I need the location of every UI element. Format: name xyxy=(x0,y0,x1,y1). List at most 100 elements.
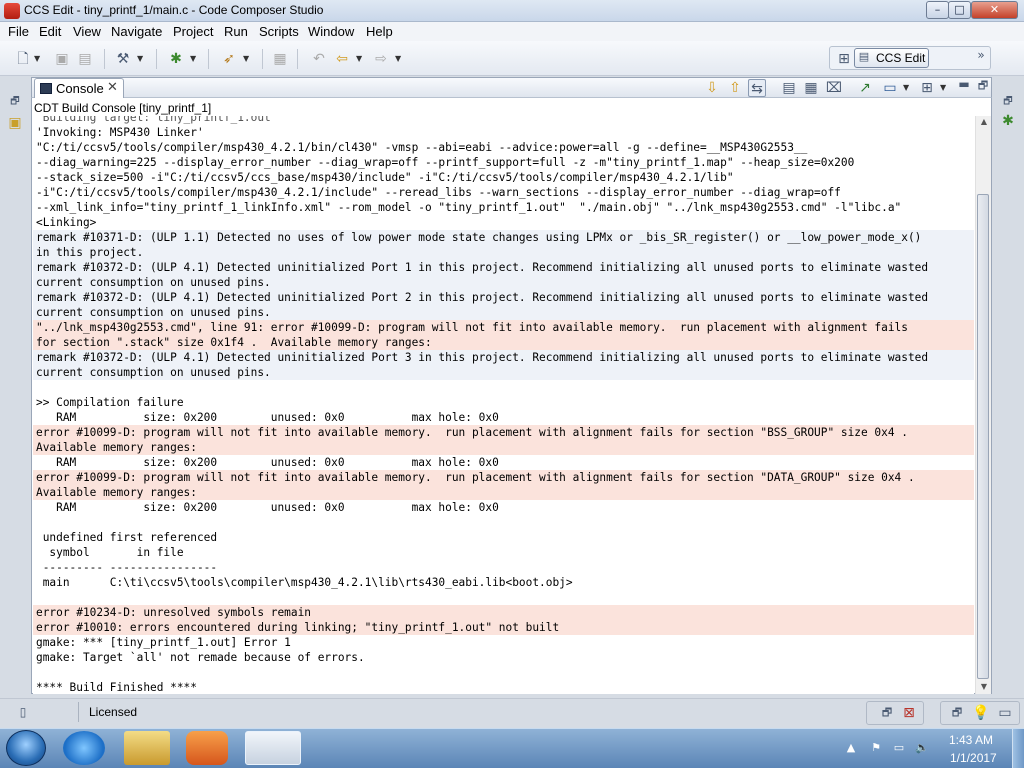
more-perspectives-icon[interactable]: » xyxy=(972,46,990,64)
toolbar-separator xyxy=(262,49,263,69)
code-composer-taskbar-icon[interactable] xyxy=(245,731,301,765)
new-dropdown-icon[interactable]: ▼ xyxy=(34,50,42,68)
console-line: 'Invoking: MSP430 Linker' xyxy=(36,126,204,139)
menu-window[interactable]: Window xyxy=(308,24,354,39)
flash-dropdown-icon[interactable]: ▼ xyxy=(243,50,251,68)
debug-dropdown-icon[interactable]: ▼ xyxy=(190,50,198,68)
next-error-icon[interactable]: ⇩ xyxy=(703,79,721,97)
minimize-button[interactable]: – xyxy=(926,1,949,19)
save-all-icon[interactable]: ▤ xyxy=(76,50,94,68)
console-line: gmake: Target `all' not remade because o… xyxy=(36,651,365,664)
console-icon[interactable]: ▭ xyxy=(996,704,1014,722)
volume-icon[interactable]: 🔈 xyxy=(915,741,929,755)
console-line: current consumption on unused pins. xyxy=(36,276,271,289)
console-line: Available memory ranges: xyxy=(36,441,197,454)
pin-console-icon[interactable]: ▦ xyxy=(802,79,820,97)
menu-view[interactable]: View xyxy=(73,24,101,39)
forward-icon[interactable]: ⇨ xyxy=(372,50,390,68)
menu-help[interactable]: Help xyxy=(366,24,393,39)
menu-edit[interactable]: Edit xyxy=(39,24,61,39)
network-icon[interactable]: ▭ xyxy=(892,741,906,755)
tips-bulb-icon[interactable]: 💡 xyxy=(972,704,990,722)
minimize-view-icon[interactable]: ▬ xyxy=(955,75,973,93)
console-line: "../lnk_msp430g2553.cmd", line 91: error… xyxy=(36,321,908,334)
title-bar[interactable]: CCS Edit - tiny_printf_1/main.c - Code C… xyxy=(0,0,1024,22)
forward-dropdown-icon[interactable]: ▼ xyxy=(395,50,403,68)
clear-console-icon[interactable]: ⌧ xyxy=(825,79,843,97)
console-line: **** Build Finished **** xyxy=(36,681,197,694)
show-hidden-icons-icon[interactable]: ▲ xyxy=(844,741,858,755)
console-line: --diag_warning=225 --display_error_numbe… xyxy=(36,156,855,169)
debug-bug-icon[interactable]: ✱ xyxy=(167,50,185,68)
maximize-view-icon[interactable]: 🗗 xyxy=(974,77,992,95)
maximize-button[interactable]: □ xyxy=(948,1,971,19)
back-dropdown-icon[interactable]: ▼ xyxy=(356,50,364,68)
restore-icon[interactable]: 🗗 xyxy=(6,93,24,111)
left-trim xyxy=(0,77,29,694)
media-player-icon[interactable] xyxy=(186,731,228,765)
problems-icon[interactable]: ⊠ xyxy=(900,704,918,722)
back-icon[interactable]: ⇦ xyxy=(333,50,351,68)
fast-view-icon[interactable]: ▯ xyxy=(14,703,32,721)
console-line: remark #10372-D: (ULP 4.1) Detected unin… xyxy=(36,351,929,364)
menu-scripts[interactable]: Scripts xyxy=(259,24,299,39)
toolbar-separator xyxy=(208,49,209,69)
console-line: -i"C:/ti/ccsv5/tools/compiler/msp430_4.2… xyxy=(36,186,841,199)
console-line: gmake: *** [tiny_printf_1.out] Error 1 xyxy=(36,636,291,649)
prev-error-icon[interactable]: ⇧ xyxy=(726,79,744,97)
toolbar-separator xyxy=(297,49,298,69)
display-selected-console-icon[interactable]: ↗ xyxy=(856,79,874,97)
console-line: --xml_link_info="tiny_printf_1_linkInfo.… xyxy=(36,201,902,214)
console-output[interactable]: 'Building target: tiny_printf_1.out' 'In… xyxy=(33,116,974,694)
project-explorer-icon[interactable]: ▣ xyxy=(6,114,24,132)
console-line: current consumption on unused pins. xyxy=(36,366,271,379)
last-edit-icon[interactable]: ↶ xyxy=(310,50,328,68)
menu-run[interactable]: Run xyxy=(224,24,248,39)
action-center-flag-icon[interactable]: ⚑ xyxy=(869,741,883,755)
scroll-up-icon[interactable]: ▲ xyxy=(976,116,992,128)
console-line: "C:/ti/ccsv5/tools/compiler/msp430_4.2.1… xyxy=(36,141,808,154)
restore-icon[interactable]: 🗗 xyxy=(999,93,1017,111)
console-line: <Linking> xyxy=(36,216,97,229)
restore-icon[interactable]: 🗗 xyxy=(948,704,966,722)
console-line: RAM size: 0x200 unused: 0x0 max hole: 0x… xyxy=(36,411,499,424)
scroll-lock-icon[interactable]: ⇆ xyxy=(748,79,766,97)
right-trim xyxy=(995,77,1024,694)
save-icon[interactable]: ▣ xyxy=(53,50,71,68)
show-desktop-button[interactable] xyxy=(1012,729,1024,768)
console-line: error #10099-D: program will not fit int… xyxy=(36,471,915,484)
console-line: error #10234-D: unresolved symbols remai… xyxy=(36,606,311,619)
flash-icon[interactable]: ➶ xyxy=(220,50,238,68)
new-console-icon[interactable]: ⊞ xyxy=(918,79,936,97)
console-icon xyxy=(40,83,52,94)
toolbar-separator xyxy=(104,49,105,69)
menu-project[interactable]: Project xyxy=(173,24,213,39)
close-button[interactable]: ✕ xyxy=(971,1,1018,19)
clock-time[interactable]: 1:43 AM xyxy=(949,733,993,747)
new-console-dropdown-icon[interactable]: ▼ xyxy=(940,79,948,97)
menu-navigate[interactable]: Navigate xyxy=(111,24,162,39)
scrollbar-thumb[interactable] xyxy=(977,194,989,679)
open-perspective-icon[interactable]: ⊞ xyxy=(835,50,853,68)
ccs-edit-icon: ▤ xyxy=(858,50,870,63)
open-console-icon[interactable]: ▭ xyxy=(881,79,899,97)
clock-date[interactable]: 1/1/2017 xyxy=(950,751,997,765)
outline-icon[interactable]: ✱ xyxy=(999,112,1017,130)
close-tab-icon[interactable]: ✕ xyxy=(107,80,118,95)
console-line: RAM size: 0x200 unused: 0x0 max hole: 0x… xyxy=(36,501,499,514)
open-console-dropdown-icon[interactable]: ▼ xyxy=(903,79,911,97)
console-line: undefined first referenced xyxy=(36,531,218,544)
start-button[interactable] xyxy=(6,730,46,766)
internet-explorer-icon[interactable] xyxy=(63,731,105,765)
new-icon[interactable]: 🗋 xyxy=(14,50,32,68)
copy-build-log-icon[interactable]: ▤ xyxy=(780,79,798,97)
restore-icon[interactable]: 🗗 xyxy=(878,704,896,722)
console-line: remark #10372-D: (ULP 4.1) Detected unin… xyxy=(36,291,929,304)
file-explorer-icon[interactable] xyxy=(124,731,170,765)
toggle-view-icon[interactable]: ▦ xyxy=(271,50,289,68)
scroll-down-icon[interactable]: ▼ xyxy=(976,681,992,693)
tab-console[interactable]: Console ✕ xyxy=(34,78,124,98)
menu-file[interactable]: File xyxy=(8,24,29,39)
build-hammer-icon[interactable]: ⚒ xyxy=(114,50,132,68)
build-dropdown-icon[interactable]: ▼ xyxy=(137,50,145,68)
